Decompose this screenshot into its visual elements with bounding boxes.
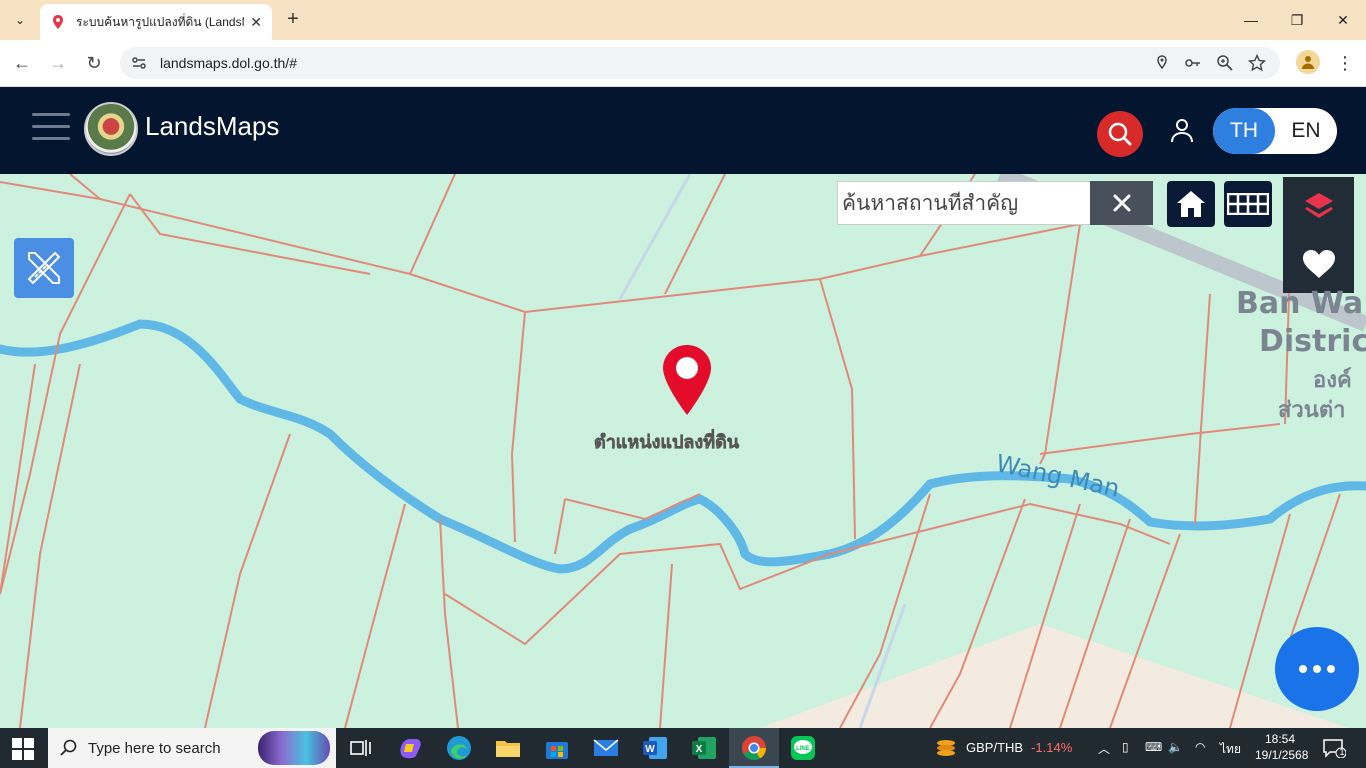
tab-search-dropdown-icon[interactable]: ⌄ <box>8 8 32 32</box>
browser-toolbar: ← → ↻ landsmaps.dol.go.th/# ⋮ <box>0 40 1366 87</box>
grid-table-button[interactable] <box>1224 181 1272 227</box>
tray-chevron-icon[interactable]: ︿ <box>1098 740 1110 757</box>
clock-time: 18:54 <box>1264 732 1296 746</box>
tray-ime-icon[interactable]: ⌨ <box>1145 740 1162 754</box>
currency-ticker[interactable]: GBP/THB -1.14% <box>966 740 1072 755</box>
window-close-button[interactable]: ✕ <box>1320 0 1366 40</box>
department-logo[interactable] <box>84 102 138 156</box>
mail-icon[interactable] <box>592 734 620 762</box>
more-dots-icon <box>1296 660 1338 678</box>
notification-count: 1 <box>1339 747 1345 757</box>
tray-device-icon[interactable]: ▯ <box>1122 740 1129 754</box>
clear-search-button[interactable] <box>1090 181 1153 225</box>
file-explorer-icon[interactable] <box>494 734 522 762</box>
new-tab-button[interactable]: + <box>282 8 304 32</box>
windows-start-icon[interactable] <box>12 738 34 760</box>
lang-th-button[interactable]: TH <box>1213 108 1275 154</box>
address-bar[interactable]: landsmaps.dol.go.th/# <box>120 47 1280 79</box>
map-pin-icon[interactable] <box>662 344 712 416</box>
maps-pin-favicon-icon <box>53 15 63 29</box>
close-icon <box>1113 194 1130 212</box>
input-language[interactable]: ไทย <box>1220 740 1241 759</box>
parcel-location-label: ตำแหน่งแปลงที่ดิน <box>594 432 740 454</box>
favorites-button[interactable] <box>1283 235 1354 293</box>
taskbar-search[interactable]: Type here to search <box>48 728 336 768</box>
line-app-icon[interactable]: LINE <box>789 734 817 762</box>
app-header: LandsMaps TH EN <box>0 87 1366 174</box>
location-icon[interactable] <box>1153 54 1171 72</box>
copilot-icon[interactable] <box>396 734 424 762</box>
layers-icon <box>1304 193 1333 218</box>
browser-tabstrip: ⌄ ระบบค้นหารูปแปลงที่ดิน (LandsMaps) ✕ +… <box>0 0 1366 40</box>
edge-browser-icon[interactable] <box>445 734 473 762</box>
volume-icon[interactable]: 🔈 <box>1168 740 1183 754</box>
clock-date: 19/1/2568 <box>1255 748 1309 762</box>
hamburger-menu-icon[interactable] <box>32 113 70 143</box>
ticker-change: -1.14% <box>1031 740 1073 755</box>
home-icon <box>1177 191 1205 217</box>
stock-ticker-icon <box>937 740 955 756</box>
task-view-icon[interactable] <box>346 734 374 762</box>
forward-button[interactable]: → <box>45 50 71 76</box>
more-options-fab[interactable] <box>1275 627 1359 711</box>
minimize-button[interactable]: — <box>1228 0 1274 40</box>
brand-title[interactable]: LandsMaps <box>145 111 279 142</box>
password-key-icon[interactable] <box>1184 54 1202 72</box>
excel-icon[interactable]: X <box>690 734 718 762</box>
site-info-icon[interactable] <box>130 54 148 72</box>
search-button[interactable] <box>1097 111 1143 157</box>
zoom-icon[interactable] <box>1216 54 1234 72</box>
svg-text:W: W <box>645 744 655 755</box>
district-label-en-2: Distric <box>1259 324 1366 359</box>
chrome-taskbar-button[interactable] <box>729 728 779 768</box>
lang-en-button[interactable]: EN <box>1275 108 1337 154</box>
tab-title: ระบบค้นหารูปแปลงที่ดิน (LandsMaps) <box>76 14 244 29</box>
place-search-input[interactable] <box>842 191 1090 215</box>
home-button[interactable] <box>1167 181 1215 227</box>
search-highlight-image <box>258 731 330 765</box>
browser-tab[interactable]: ระบบค้นหารูปแปลงที่ดิน (LandsMaps) ✕ <box>40 4 272 40</box>
profile-avatar[interactable] <box>1296 50 1320 74</box>
person-icon <box>1302 56 1314 69</box>
network-icon[interactable]: ◠ <box>1195 740 1205 754</box>
svg-text:LINE: LINE <box>796 746 810 752</box>
search-icon <box>1108 122 1132 146</box>
tab-close-icon[interactable]: ✕ <box>250 14 262 31</box>
map-canvas[interactable]: Ban Wa Distric องค์ ส่วนต่า ตำแหน่งแปลงท… <box>0 174 1366 728</box>
browser-menu-icon[interactable]: ⋮ <box>1336 50 1354 76</box>
place-search-box <box>837 181 1091 225</box>
word-icon[interactable]: W <box>641 734 669 762</box>
restore-button[interactable]: ❐ <box>1274 0 1320 40</box>
chrome-icon <box>742 736 766 761</box>
microsoft-store-icon[interactable] <box>543 734 571 762</box>
url-text: landsmaps.dol.go.th/# <box>160 55 297 71</box>
measure-draw-tool-button[interactable] <box>14 238 74 298</box>
language-toggle: TH EN <box>1213 108 1337 154</box>
taskbar-search-text: Type here to search <box>88 739 221 757</box>
search-icon <box>60 739 77 756</box>
layers-button[interactable] <box>1283 177 1354 235</box>
svg-text:X: X <box>696 744 703 755</box>
heart-icon <box>1302 250 1335 278</box>
grid-icon <box>1227 193 1269 215</box>
user-account-icon[interactable] <box>1169 117 1195 143</box>
windows-taskbar: Type here to search W X LINE GBP/THB -1.1… <box>0 728 1366 768</box>
district-label-en-1: Ban Wa <box>1236 286 1364 321</box>
district-label-th-2: ส่วนต่า <box>1278 398 1346 423</box>
ticker-pair: GBP/THB <box>966 740 1024 755</box>
bookmark-star-icon[interactable] <box>1248 54 1266 72</box>
reload-button[interactable]: ↻ <box>81 50 107 76</box>
ruler-pencil-icon <box>27 251 61 285</box>
system-clock[interactable]: 18:54 19/1/2568 <box>1255 731 1309 763</box>
back-button[interactable]: ← <box>9 50 35 76</box>
